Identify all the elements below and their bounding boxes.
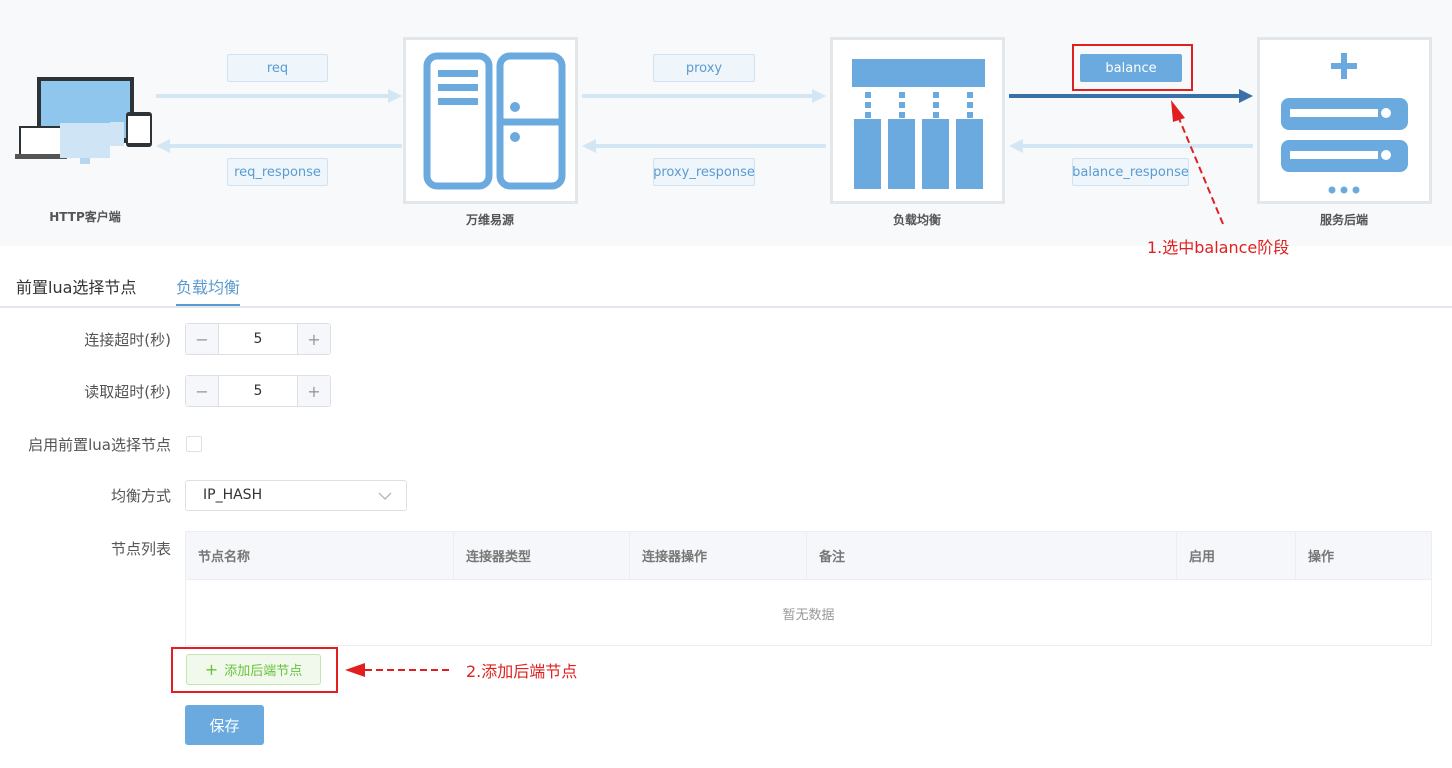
stage-proxy-response-button[interactable]: proxy_response [653, 158, 755, 186]
arrow-proxy-response [582, 138, 826, 158]
tab-active-indicator [176, 304, 240, 306]
minus-icon[interactable]: − [186, 324, 219, 354]
connect-timeout-label: 连接超时(秒) [84, 331, 171, 349]
column-header: 操作 [1308, 550, 1335, 565]
column-header: 备注 [807, 532, 1177, 579]
arrow-req [156, 88, 402, 108]
node-label-wanwei: 万维易源 [465, 213, 514, 227]
node-wanwei [403, 37, 578, 204]
node-label-client: HTTP客户端 [49, 210, 121, 224]
node-load-balancer [830, 37, 1005, 204]
load-balancer-icon [852, 59, 985, 189]
stage-proxy-button[interactable]: proxy [653, 54, 755, 82]
read-timeout-stepper: − 5 + [185, 375, 331, 407]
table-header: 节点名称 连接器类型 连接器操作 备注 启用 操作 [186, 532, 1431, 580]
annotation-arrow-1 [1160, 96, 1240, 236]
node-list-table: 节点名称 连接器类型 连接器操作 备注 启用 操作 暂无数据 [185, 531, 1432, 646]
annotation-arrow-2 [343, 662, 453, 682]
plus-icon[interactable]: + [297, 376, 330, 406]
balance-method-select[interactable]: IP_HASH [185, 480, 407, 511]
chevron-down-icon [378, 492, 392, 500]
node-label-backend: 服务后端 [1319, 213, 1368, 227]
stage-req-response-button[interactable]: req_response [227, 158, 328, 186]
save-button[interactable]: 保存 [185, 705, 264, 745]
highlight-add-node-box [171, 647, 338, 693]
tab-lua-select-node[interactable]: 前置lua选择节点 [16, 274, 136, 298]
highlight-balance-box [1072, 44, 1193, 91]
node-label-load-balancer: 负载均衡 [892, 213, 941, 227]
plus-icon[interactable]: + [297, 324, 330, 354]
annotation-step2: 2.添加后端节点 [466, 662, 578, 681]
balance-method-value: IP_HASH [203, 487, 263, 503]
read-timeout-input[interactable]: 5 [219, 376, 297, 406]
annotation-step1: 1.选中balance阶段 [1147, 238, 1290, 257]
enable-lua-label: 启用前置lua选择节点 [28, 436, 171, 454]
read-timeout-label: 读取超时(秒) [84, 383, 171, 401]
column-header: 启用 [1177, 532, 1296, 579]
column-header: 连接器操作 [630, 532, 807, 579]
column-header: 节点名称 [186, 532, 454, 579]
node-backend [1257, 37, 1432, 204]
node-list-label: 节点列表 [110, 540, 171, 558]
backend-servers-icon [1281, 53, 1408, 194]
tab-bar: 前置lua选择节点 负载均衡 [0, 262, 1452, 308]
connect-timeout-input[interactable]: 5 [219, 324, 297, 354]
balance-method-label: 均衡方式 [110, 487, 171, 505]
column-header: 连接器类型 [454, 532, 630, 579]
tab-load-balance[interactable]: 负载均衡 [176, 274, 240, 298]
server-cabinet-icon [423, 52, 566, 190]
arrow-req-response [156, 138, 402, 158]
stage-req-button[interactable]: req [227, 54, 328, 82]
connect-timeout-stepper: − 5 + [185, 323, 331, 355]
empty-text: 暂无数据 [782, 607, 835, 623]
client-devices-icon [14, 74, 154, 166]
arrow-proxy [582, 88, 826, 108]
enable-lua-checkbox[interactable] [186, 436, 202, 452]
minus-icon[interactable]: − [186, 376, 219, 406]
